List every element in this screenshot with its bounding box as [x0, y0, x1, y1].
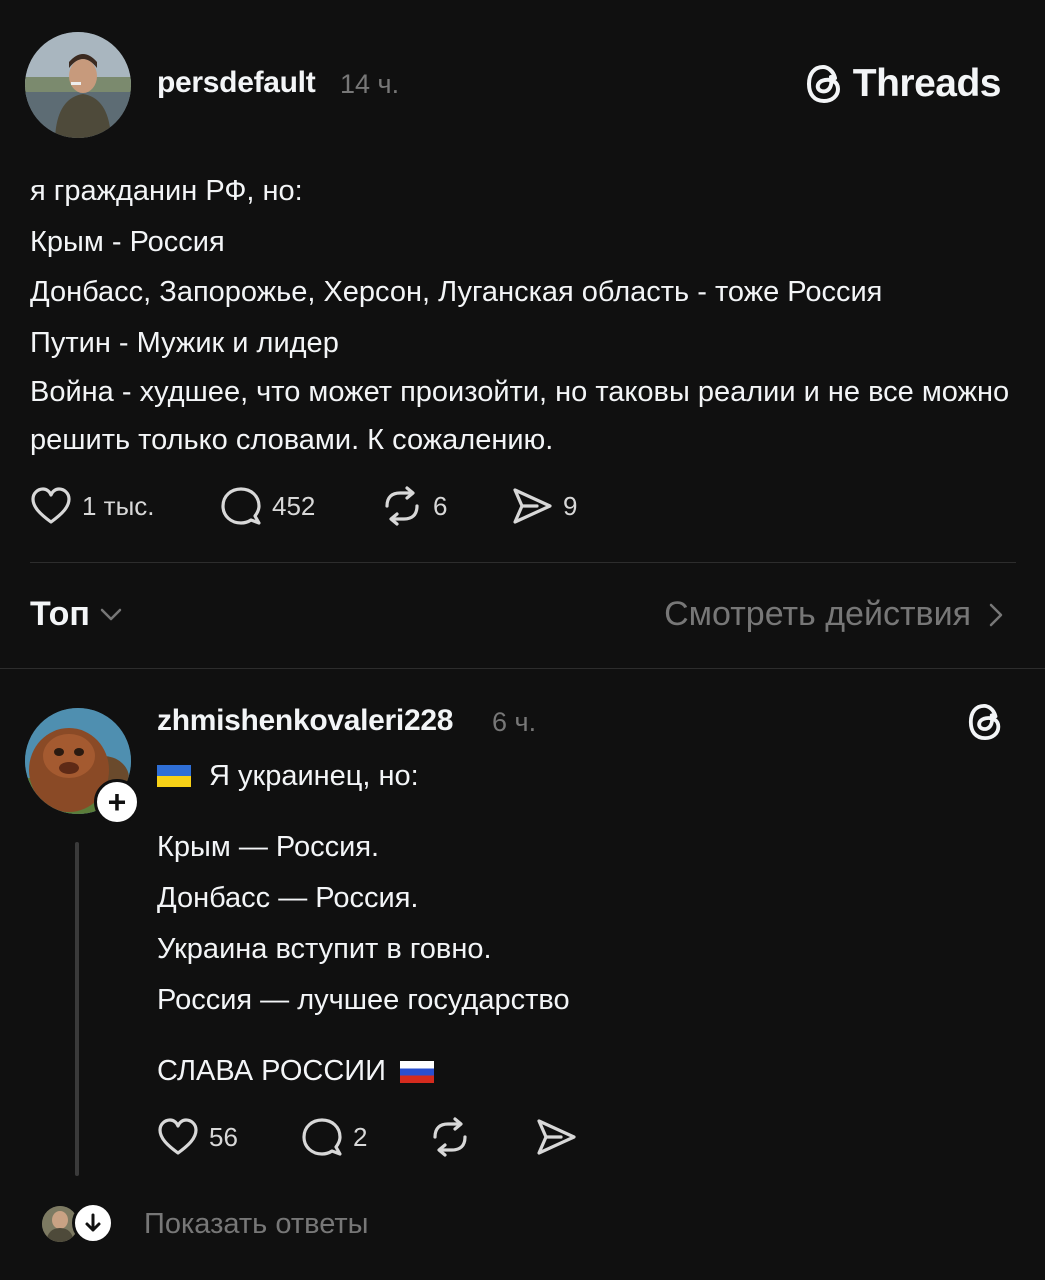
- brand-label: Threads: [852, 62, 1002, 105]
- reply-line-text: Я украинец, но:: [209, 759, 419, 792]
- post-line: Донбасс, Запорожье, Херсон, Луганская об…: [30, 276, 883, 308]
- reply-line: Донбасс — Россия.: [157, 882, 419, 914]
- post-username[interactable]: persdefault: [157, 66, 316, 100]
- comment-count: 452: [272, 490, 316, 521]
- like-button[interactable]: 1 тыс.: [30, 486, 220, 526]
- sort-dropdown[interactable]: Топ: [30, 595, 122, 634]
- reply-like-button[interactable]: 56: [157, 1117, 301, 1157]
- reply-actions: 56 2: [157, 1113, 577, 1161]
- comment-button[interactable]: 452: [220, 485, 381, 527]
- share-button[interactable]: 9: [511, 486, 577, 526]
- post-content: я гражданин РФ, но: Крым - Россия Донбас…: [30, 166, 1030, 464]
- reply-line: СЛАВА РОССИИ: [157, 1046, 570, 1097]
- chevron-right-icon: [989, 603, 1003, 626]
- post-line: Крым - Россия: [30, 225, 225, 258]
- post-line: Война - худшее, что может произойти, но …: [30, 376, 1010, 456]
- repost-count: 6: [433, 490, 448, 521]
- reply-comment-button[interactable]: 2: [301, 1116, 429, 1158]
- reply-timestamp: 6 ч.: [492, 707, 537, 737]
- reply-line: Крым — Россия.: [157, 831, 380, 863]
- reply-line: Россия — лучшее государство: [157, 984, 570, 1016]
- threads-logo-icon: [806, 64, 840, 104]
- reply-line: Украина вступит в говно.: [157, 933, 492, 965]
- repost-icon: [385, 486, 419, 526]
- reply-share-button[interactable]: [535, 1117, 577, 1157]
- reply-comment-count: 2: [353, 1121, 368, 1152]
- heart-icon: [158, 1118, 198, 1155]
- reply-repost-button[interactable]: [429, 1117, 535, 1157]
- follow-button[interactable]: +: [94, 779, 140, 825]
- expand-replies-button[interactable]: [72, 1202, 114, 1244]
- send-icon: [537, 1119, 576, 1155]
- plus-icon: +: [107, 784, 127, 820]
- comment-icon: [302, 1118, 342, 1156]
- comment-icon: [221, 487, 261, 525]
- reply-line: Я украинец, но:: [157, 750, 570, 802]
- post-actions: 1 тыс. 452 6 9: [30, 482, 577, 530]
- post-timestamp: 14 ч.: [340, 69, 400, 99]
- chevron-down-icon: [100, 608, 122, 620]
- author-avatar[interactable]: [25, 32, 131, 138]
- arrow-down-icon: [85, 1213, 101, 1232]
- russia-flag-icon: [399, 1060, 434, 1083]
- divider: [0, 668, 1045, 669]
- reply-content: Я украинец, но: Крым — Россия. Донбасс —…: [157, 750, 570, 1097]
- view-activity-link[interactable]: Смотреть действия: [664, 595, 1003, 634]
- threads-post-view: persdefault 14 ч. Threads я гражданин РФ…: [0, 0, 1045, 1280]
- reply-like-count: 56: [209, 1121, 238, 1152]
- view-activity-label: Смотреть действия: [664, 595, 971, 633]
- heart-icon: [31, 487, 71, 524]
- divider: [30, 562, 1016, 563]
- ukraine-flag-icon: [157, 765, 191, 787]
- show-replies-link[interactable]: Показать ответы: [144, 1208, 368, 1241]
- send-icon: [513, 488, 552, 524]
- repost-button[interactable]: 6: [381, 486, 511, 526]
- post-line: я гражданин РФ, но:: [30, 175, 303, 207]
- reply-username[interactable]: zhmishenkovaleri228: [157, 704, 453, 738]
- like-count: 1 тыс.: [82, 490, 155, 521]
- sort-label: Топ: [30, 595, 90, 633]
- share-count: 9: [563, 490, 578, 521]
- repost-icon: [433, 1117, 467, 1157]
- post-line: Путин - Мужик и лидер: [30, 326, 339, 359]
- thread-connector-line: [75, 842, 79, 1176]
- reply-line-text: СЛАВА РОССИИ: [157, 1055, 386, 1087]
- threads-brand[interactable]: Threads: [805, 62, 1002, 106]
- threads-logo-icon[interactable]: [967, 700, 1005, 744]
